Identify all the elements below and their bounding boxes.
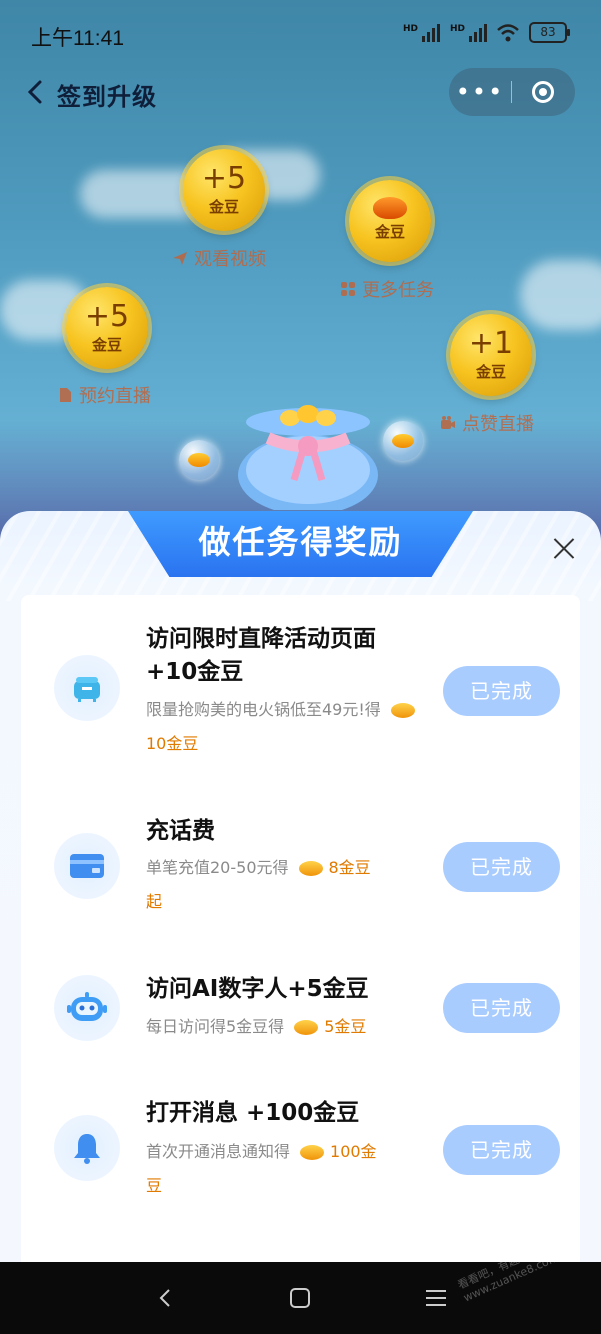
golden-bean-icon (300, 1145, 325, 1160)
paper-plane-icon (173, 252, 187, 265)
coin-more-tasks[interactable]: 金豆 (349, 180, 431, 262)
nav-home-icon[interactable] (286, 1284, 314, 1312)
cloud (520, 260, 601, 330)
golden-bean-icon (298, 861, 323, 876)
sheet-title: 做任务得奖励 (198, 523, 403, 561)
task-reward: 100金 (330, 1142, 377, 1161)
coin-unit: 金豆 (374, 222, 405, 241)
coin-value: +1 (468, 325, 514, 361)
coin-label-text: 更多任务 (362, 280, 434, 301)
coin-label-text: 预约直播 (79, 386, 151, 407)
system-navigation-bar: 看看吧，有趣一起赚！ www.zuanke8.com (0, 1235, 601, 1334)
coin-like-live[interactable]: +1 金豆 (450, 314, 532, 396)
close-icon[interactable] (549, 533, 579, 563)
task-reward-suffix: 起 (146, 892, 163, 911)
golden-bean-icon (373, 196, 407, 219)
task-description: 单笔充值20-50元得 8金豆起 (146, 851, 426, 919)
rice-cooker-icon (54, 655, 120, 721)
treasure-bag-icon (238, 405, 378, 510)
task-title: 充话费 (146, 818, 215, 844)
status-icons: HD HD 83 (403, 22, 570, 43)
task-description: 限量抢购美的电火锅低至49元!得 10金豆 (146, 693, 426, 761)
coin-label-watch-video: 观看视频 (172, 245, 266, 271)
coin-label-text: 点赞直播 (462, 414, 534, 435)
completed-button[interactable]: 已完成 (443, 842, 560, 892)
card-icon (54, 833, 120, 899)
grid-icon (341, 282, 355, 296)
bubble-bean-icon (383, 421, 423, 461)
task-desc-text: 限量抢购美的电火锅低至49元!得 (146, 700, 381, 719)
signal-icon: HD (450, 23, 487, 42)
coin-unit: 金豆 (475, 362, 506, 381)
task-reward: 8金豆 (328, 858, 371, 877)
nav-menu-icon[interactable] (422, 1284, 450, 1312)
coin-reserve-live[interactable]: +5 金豆 (66, 287, 148, 369)
golden-bean-icon (390, 703, 415, 718)
task-reward: 5金豆 (324, 1017, 367, 1036)
task-desc-text: 单笔充值20-50元得 (146, 858, 289, 877)
task-title: 打开消息 +100金豆 (146, 1100, 360, 1126)
wifi-icon (497, 23, 519, 41)
completed-button[interactable]: 已完成 (443, 1125, 560, 1175)
close-mini-program-icon[interactable] (512, 81, 574, 103)
coin-value: +5 (84, 298, 130, 334)
bell-icon (54, 1115, 120, 1181)
robot-icon (54, 975, 120, 1041)
back-arrow-icon[interactable] (24, 78, 48, 106)
coin-label-like-live: 点赞直播 (440, 410, 534, 436)
title-bar: 签到升级 ••• (0, 68, 601, 116)
video-camera-icon (441, 416, 455, 429)
bubble-bean-icon (179, 440, 219, 480)
coin-label-more-tasks: 更多任务 (340, 276, 434, 302)
status-bar: 上午11:41 HD HD 83 (0, 0, 601, 70)
task-reward-suffix: 豆 (146, 1176, 163, 1195)
coin-watch-video[interactable]: +5 金豆 (183, 149, 265, 231)
golden-bean-icon (294, 1020, 319, 1035)
sheet-title-banner: 做任务得奖励 (128, 511, 473, 577)
task-description: 首次开通消息通知得 100金豆 (146, 1135, 426, 1203)
coin-label-text: 观看视频 (194, 249, 266, 270)
more-options-icon[interactable]: ••• (449, 80, 511, 104)
task-list: 访问限时直降活动页面+10金豆 限量抢购美的电火锅低至49元!得 10金豆 已完成… (21, 595, 580, 1275)
task-title: 访问AI数字人+5金豆 (146, 976, 369, 1002)
document-icon (60, 388, 71, 402)
status-time: 上午11:41 (31, 27, 124, 50)
nav-back-icon[interactable] (152, 1284, 180, 1312)
coin-value: +5 (201, 160, 247, 196)
battery-icon: 83 (529, 22, 570, 43)
mini-program-capsule: ••• (449, 68, 575, 116)
task-title: 访问限时直降活动页面+10金豆 (146, 626, 376, 685)
task-desc-text: 首次开通消息通知得 (146, 1142, 291, 1161)
completed-button[interactable]: 已完成 (443, 666, 560, 716)
task-desc-text: 每日访问得5金豆得 (146, 1017, 285, 1036)
coin-unit: 金豆 (91, 335, 122, 354)
page-title: 签到升级 (57, 83, 157, 111)
coin-unit: 金豆 (208, 197, 239, 216)
task-description: 每日访问得5金豆得 5金豆 (146, 1010, 426, 1044)
coin-label-reserve-live: 预约直播 (57, 382, 151, 408)
task-reward: 10金豆 (146, 734, 199, 753)
completed-button[interactable]: 已完成 (443, 983, 560, 1033)
signal-icon: HD (403, 23, 440, 42)
